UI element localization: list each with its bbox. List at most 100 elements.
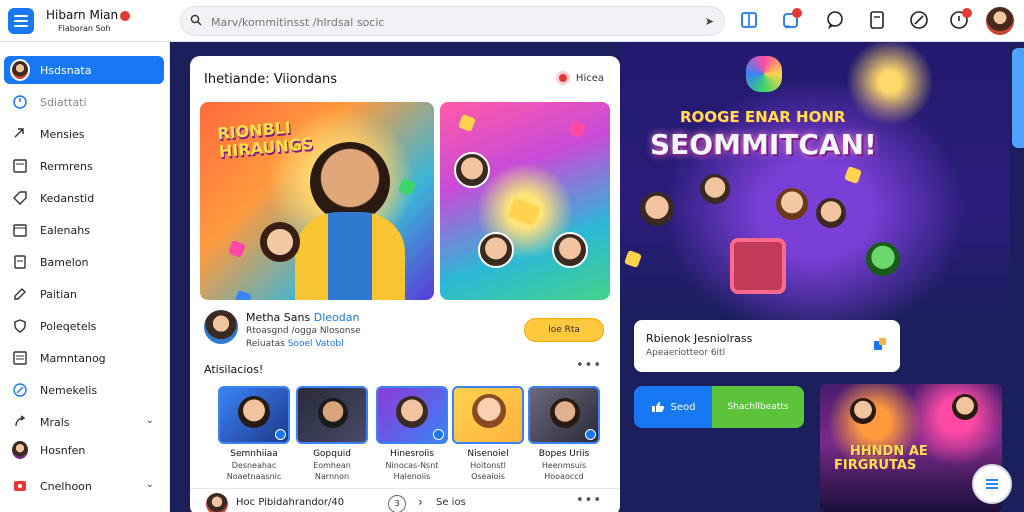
app-logo-icon[interactable]	[8, 8, 34, 34]
sidebar-item-10[interactable]: Mamntanog	[4, 344, 164, 372]
like-icon	[651, 402, 664, 412]
thumbnail-1[interactable]	[218, 386, 290, 444]
concert-title-line-2: FIRGRUTAS	[834, 458, 917, 473]
character-man-image	[310, 142, 390, 222]
more-options-icon[interactable]: •••	[576, 493, 602, 508]
sidebar-item-3[interactable]: Mensies	[4, 120, 164, 148]
sidebar-item-label: Kedanstid	[40, 191, 95, 205]
character-group-image	[640, 192, 674, 226]
sidebar-item-4[interactable]: Rermrens	[4, 152, 164, 180]
user-avatar	[10, 439, 30, 461]
footer-right-label[interactable]: Se ios	[436, 497, 466, 508]
search-icon	[190, 14, 202, 26]
send-button-label: Seod	[670, 401, 696, 413]
send-icon[interactable]: ➤	[705, 15, 714, 28]
gem-icon	[234, 290, 252, 300]
post-author-name[interactable]: Metha Sans Dleodan	[246, 311, 359, 324]
sidebar-item-13[interactable]: Hosnfen	[4, 436, 164, 464]
chat-icon[interactable]	[824, 9, 846, 31]
sidebar-item-9[interactable]: Poleqetels	[4, 312, 164, 340]
user-avatar	[10, 59, 30, 81]
footer-avatar[interactable]	[206, 493, 228, 512]
character-avatar-image	[552, 232, 588, 268]
puzzle-icon[interactable]	[872, 336, 888, 352]
sidebar-item-8[interactable]: Paitian	[4, 280, 164, 308]
gem-icon	[624, 250, 642, 268]
notification-badge	[792, 8, 802, 18]
thumbnail-5-name: Bopes Uriis	[538, 449, 590, 459]
sidebar-item-2[interactable]: Sdiattati	[4, 88, 164, 116]
chevron-down-icon[interactable]: ⌄	[146, 415, 154, 426]
chevron-down-icon[interactable]: ⌄	[146, 479, 154, 490]
thumbnail-2-name: Gopquid	[313, 449, 351, 459]
post-meta: Metha Sans Dleodan Rtoasgnd /ogga Nloson…	[204, 308, 614, 358]
app-name: Hibarn Mian	[46, 8, 131, 22]
verified-icon	[275, 429, 286, 440]
join-button[interactable]: Shachllbeatts	[712, 386, 804, 428]
search-input[interactable]	[211, 12, 691, 32]
sidebar-item-home[interactable]: Hsdsnata	[4, 56, 164, 84]
sidebar-item-6[interactable]: Ealenahs	[4, 216, 164, 244]
verified-icon	[433, 429, 444, 440]
sidebar-item-12[interactable]: Mrals ⌄	[4, 408, 164, 436]
profile-avatar[interactable]	[984, 5, 1016, 37]
sidebar-item-label: Rermrens	[40, 159, 93, 173]
promo-banner-image[interactable]: ROOGE ENAR HONR SEOMMITCAN!	[620, 42, 1010, 322]
post-line-3: Reiuatas Sooel Vatobl	[246, 339, 344, 349]
sidebar-item-7[interactable]: Bamelon	[4, 248, 164, 276]
sidebar-item-label: Cnelhoon	[40, 479, 92, 493]
performer-image	[952, 394, 978, 420]
feed-card: Ihetiande: Viiondans Hicea RIONBLI HIRAU…	[190, 56, 620, 512]
promo-panel: ROOGE ENAR HONR SEOMMITCAN! Rbienok Jesn…	[620, 42, 1010, 512]
gem-icon	[507, 197, 541, 227]
menu-icon	[13, 351, 27, 365]
sidebar-item-label: Sdiattati	[40, 95, 87, 109]
thumbnail-1-sub: Desneahac	[231, 461, 277, 470]
concert-title-line-1: HHNDN AE	[850, 444, 928, 459]
verified-icon	[585, 429, 596, 440]
thumbnail-2-sub2: Narnnon	[314, 472, 350, 481]
hero-image-main[interactable]: RIONBLI HIRAUNGS	[200, 102, 434, 300]
document-icon[interactable]	[866, 9, 888, 31]
footer-control-button[interactable]: 3	[388, 495, 406, 512]
sidebar-item-label: Nemekelis	[40, 383, 98, 397]
hero-image-secondary[interactable]	[440, 102, 610, 300]
edit-icon	[14, 288, 26, 300]
sidebar-item-5[interactable]: Kedanstid	[4, 184, 164, 212]
thumbnail-2-sub: Eomhean	[313, 461, 351, 470]
gem-icon	[568, 120, 586, 138]
thumbnail-3[interactable]	[376, 386, 448, 444]
sidebar-item-14[interactable]: Cnelhoon ⌄	[4, 472, 164, 500]
clock-icon	[13, 95, 27, 109]
character-group-image	[816, 198, 846, 228]
section-label: Atisilacios!	[204, 363, 264, 376]
thumbnail-3-sub: Ninocas-Nsnt	[385, 461, 439, 470]
thumbnail-4[interactable]	[452, 386, 524, 444]
thumbnail-5-sub: Heenmsuis	[541, 461, 587, 470]
flag-icon	[14, 481, 26, 491]
toggle-icon	[555, 71, 570, 85]
sidebar-item-label: Hosnfen	[40, 443, 86, 457]
toggle-label: Hicea	[575, 72, 604, 84]
thumbnail-1-name: Semnhiiaa	[230, 449, 278, 459]
send-button[interactable]: Seod	[634, 386, 712, 428]
sidebar-item-label: Mrals	[40, 415, 70, 429]
search-bar[interactable]: ➤	[180, 6, 725, 36]
side-panel-tab[interactable]	[1012, 48, 1024, 148]
sidebar-item-11[interactable]: Nemekelis	[4, 376, 164, 404]
menu-fab-button[interactable]	[972, 464, 1012, 504]
logo-balloon-icon	[746, 56, 782, 92]
promo-info-card[interactable]: Rbienok Jesniolrass Apeaeriotteor 6itl	[634, 320, 900, 372]
book-icon[interactable]	[738, 9, 760, 31]
more-options-icon[interactable]: •••	[576, 358, 602, 373]
edit-icon[interactable]	[908, 9, 930, 31]
post-author-avatar[interactable]	[204, 310, 238, 344]
thumbnail-5[interactable]	[528, 386, 600, 444]
reaction-pill[interactable]: Ioe Rta	[524, 318, 604, 342]
feed-toggle[interactable]: Hicea	[555, 71, 604, 85]
feed-title: Ihetiande: Viiondans	[204, 72, 338, 87]
thumbnail-2[interactable]	[296, 386, 368, 444]
thumbnail-4-name: Nisenoiel	[467, 449, 509, 459]
promo-card-title: Rbienok Jesniolrass	[646, 332, 753, 345]
chevron-right-icon[interactable]: ›	[418, 495, 423, 509]
